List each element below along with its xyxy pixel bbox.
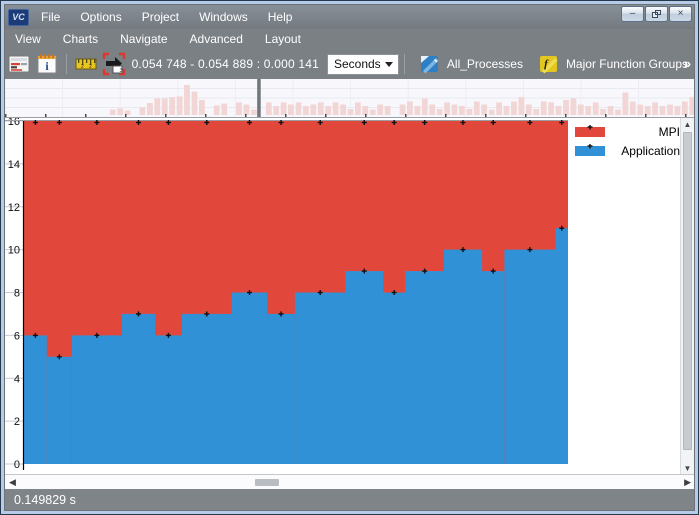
vertical-scrollbar[interactable]: ▲ ▼	[680, 118, 694, 474]
vertical-scroll-track[interactable]	[681, 130, 694, 462]
svg-text:2: 2	[89, 64, 92, 70]
menu-bar-row1: VC File Options Project Windows Help – ×	[5, 5, 694, 29]
menu-navigate[interactable]: Navigate	[109, 30, 178, 48]
process-aggregation-button[interactable]: All_Processes	[414, 53, 529, 76]
vertical-scroll-thumb[interactable]	[683, 132, 692, 450]
zoom-to-selection-icon: 3	[102, 52, 126, 76]
navigator-histogram	[5, 79, 695, 117]
y-axis-tick-label: 10	[8, 245, 20, 257]
ruler-icon: 22	[75, 56, 97, 72]
legend-label: Application	[621, 144, 680, 158]
toolbar-separator-2	[404, 54, 405, 74]
main-menu: File Options Project Windows Help	[29, 7, 302, 27]
function-group-icon: f	[539, 55, 560, 74]
quantitative-timeline-chart[interactable]: 0 2 4 6 8 10 12 14 16 MPI Application	[5, 118, 682, 474]
process-aggregation-label: All_Processes	[447, 57, 523, 71]
svg-text:3: 3	[119, 68, 122, 74]
scroll-left-icon[interactable]: ◀	[9, 477, 16, 488]
chevron-down-icon	[385, 62, 393, 67]
info-button[interactable]: i	[34, 52, 60, 76]
ruler-button[interactable]: 22	[73, 52, 99, 76]
close-icon: ×	[678, 8, 684, 19]
scroll-up-icon[interactable]: ▲	[681, 118, 694, 130]
y-axis-tick-label: 2	[14, 416, 20, 428]
unit-select[interactable]: Seconds	[327, 54, 399, 75]
menu-layout[interactable]: Layout	[254, 30, 312, 48]
toolbar-separator	[66, 54, 67, 74]
menu-help[interactable]: Help	[258, 7, 303, 27]
menu-view[interactable]: View	[5, 30, 52, 48]
status-bar: 0.149829 s	[5, 489, 694, 511]
restore-button[interactable]	[645, 6, 668, 22]
zoom-to-selection-button[interactable]: 3	[101, 52, 127, 76]
info-icon: i	[36, 53, 58, 75]
horizontal-scrollbar[interactable]: ◀ ▶	[5, 474, 694, 489]
minimize-icon: –	[630, 8, 636, 19]
y-axis-tick-label: 8	[14, 288, 20, 300]
menu-project[interactable]: Project	[132, 7, 189, 27]
legend: MPI Application	[575, 125, 680, 158]
y-axis-tick-label: 16	[8, 118, 20, 128]
svg-text:2: 2	[81, 64, 84, 70]
minimize-button[interactable]: –	[621, 6, 644, 22]
scroll-right-icon[interactable]: ▶	[684, 477, 691, 488]
menu-windows[interactable]: Windows	[189, 7, 258, 27]
trace-navigator[interactable]	[5, 79, 694, 118]
quantitative-timeline: 0 2 4 6 8 10 12 14 16 MPI Application ▲ ▼	[5, 118, 694, 474]
menu-file[interactable]: File	[29, 7, 70, 27]
y-axis-tick-label: 0	[14, 459, 20, 471]
menu-charts[interactable]: Charts	[52, 30, 109, 48]
legend-label: MPI	[659, 125, 680, 139]
navigator-cursor	[257, 79, 261, 117]
unit-select-value: Seconds	[334, 57, 381, 71]
menu-options[interactable]: Options	[70, 7, 131, 27]
function-profile-button[interactable]	[6, 52, 32, 76]
close-button[interactable]: ×	[669, 6, 692, 22]
window-content: VC File Options Project Windows Help – ×…	[4, 4, 695, 511]
toolbar-overflow-button[interactable]: »	[684, 56, 691, 71]
horizontal-scroll-thumb[interactable]	[255, 479, 279, 486]
y-axis-tick-label: 12	[8, 202, 20, 214]
y-axis-tick-label: 6	[14, 330, 20, 342]
function-aggregation-button[interactable]: f Major Function Groups	[533, 53, 694, 76]
function-profile-icon	[8, 54, 30, 74]
y-axis-tick-label: 4	[14, 373, 20, 385]
toolbar: i 22	[5, 49, 694, 79]
window-controls: – ×	[621, 6, 692, 22]
selected-time-range: 0.054 748 - 0.054 889 : 0.000 141	[132, 57, 319, 71]
menu-advanced[interactable]: Advanced	[179, 30, 254, 48]
app-window: VC File Options Project Windows Help – ×…	[0, 0, 699, 515]
menu-bar-row2: View Charts Navigate Advanced Layout	[5, 29, 694, 49]
scroll-down-icon[interactable]: ▼	[681, 462, 694, 474]
app-icon: VC	[8, 9, 29, 26]
restore-icon	[652, 10, 661, 18]
y-axis-tick-label: 14	[8, 159, 20, 171]
navigator-bars	[110, 85, 695, 115]
function-aggregation-label: Major Function Groups	[566, 57, 688, 71]
total-trace-time: 0.149829 s	[5, 493, 76, 507]
process-aggregation-icon	[420, 55, 441, 74]
